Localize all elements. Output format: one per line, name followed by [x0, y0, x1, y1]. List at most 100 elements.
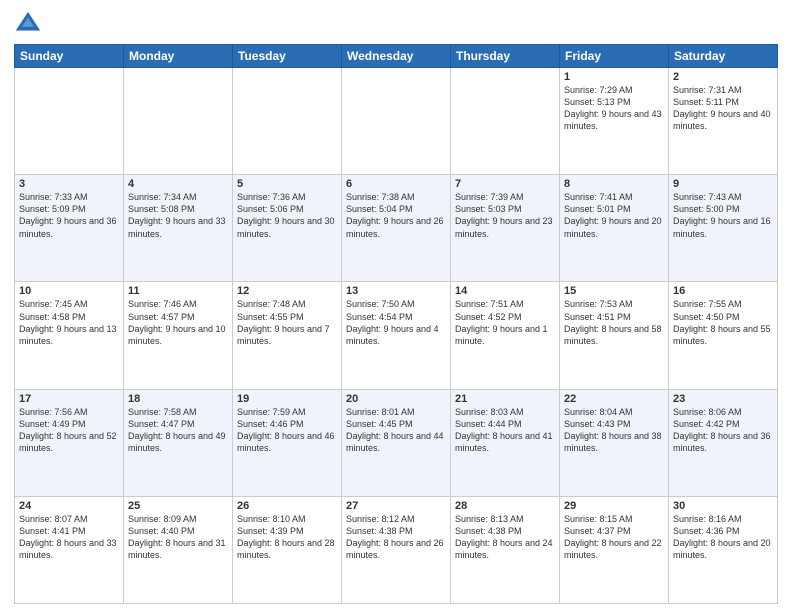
day-number: 7 — [455, 178, 555, 190]
day-cell: 16Sunrise: 7:55 AM Sunset: 4:50 PM Dayli… — [669, 282, 778, 389]
day-info: Sunrise: 7:46 AM Sunset: 4:57 PM Dayligh… — [128, 298, 228, 347]
day-number: 26 — [237, 500, 337, 512]
day-cell: 4Sunrise: 7:34 AM Sunset: 5:08 PM Daylig… — [124, 175, 233, 282]
week-row-4: 17Sunrise: 7:56 AM Sunset: 4:49 PM Dayli… — [15, 389, 778, 496]
logo-icon — [14, 10, 42, 38]
day-number: 27 — [346, 500, 446, 512]
day-info: Sunrise: 8:04 AM Sunset: 4:43 PM Dayligh… — [564, 406, 664, 455]
day-cell: 9Sunrise: 7:43 AM Sunset: 5:00 PM Daylig… — [669, 175, 778, 282]
day-info: Sunrise: 7:41 AM Sunset: 5:01 PM Dayligh… — [564, 191, 664, 240]
day-number: 4 — [128, 178, 228, 190]
day-cell: 15Sunrise: 7:53 AM Sunset: 4:51 PM Dayli… — [560, 282, 669, 389]
day-cell — [15, 68, 124, 175]
col-tuesday: Tuesday — [233, 45, 342, 68]
day-number: 24 — [19, 500, 119, 512]
day-number: 23 — [673, 393, 773, 405]
day-number: 6 — [346, 178, 446, 190]
col-thursday: Thursday — [451, 45, 560, 68]
day-cell: 1Sunrise: 7:29 AM Sunset: 5:13 PM Daylig… — [560, 68, 669, 175]
day-info: Sunrise: 7:31 AM Sunset: 5:11 PM Dayligh… — [673, 84, 773, 133]
week-row-1: 1Sunrise: 7:29 AM Sunset: 5:13 PM Daylig… — [15, 68, 778, 175]
day-info: Sunrise: 7:50 AM Sunset: 4:54 PM Dayligh… — [346, 298, 446, 347]
day-info: Sunrise: 8:13 AM Sunset: 4:38 PM Dayligh… — [455, 513, 555, 562]
day-number: 16 — [673, 285, 773, 297]
calendar-table: Sunday Monday Tuesday Wednesday Thursday… — [14, 44, 778, 604]
day-info: Sunrise: 7:55 AM Sunset: 4:50 PM Dayligh… — [673, 298, 773, 347]
day-info: Sunrise: 8:10 AM Sunset: 4:39 PM Dayligh… — [237, 513, 337, 562]
day-number: 18 — [128, 393, 228, 405]
day-cell: 28Sunrise: 8:13 AM Sunset: 4:38 PM Dayli… — [451, 496, 560, 603]
day-cell: 26Sunrise: 8:10 AM Sunset: 4:39 PM Dayli… — [233, 496, 342, 603]
col-friday: Friday — [560, 45, 669, 68]
week-row-5: 24Sunrise: 8:07 AM Sunset: 4:41 PM Dayli… — [15, 496, 778, 603]
day-cell: 2Sunrise: 7:31 AM Sunset: 5:11 PM Daylig… — [669, 68, 778, 175]
day-number: 28 — [455, 500, 555, 512]
col-saturday: Saturday — [669, 45, 778, 68]
day-number: 11 — [128, 285, 228, 297]
day-cell: 8Sunrise: 7:41 AM Sunset: 5:01 PM Daylig… — [560, 175, 669, 282]
day-info: Sunrise: 7:34 AM Sunset: 5:08 PM Dayligh… — [128, 191, 228, 240]
day-number: 19 — [237, 393, 337, 405]
day-info: Sunrise: 7:43 AM Sunset: 5:00 PM Dayligh… — [673, 191, 773, 240]
day-number: 3 — [19, 178, 119, 190]
day-info: Sunrise: 8:16 AM Sunset: 4:36 PM Dayligh… — [673, 513, 773, 562]
day-number: 2 — [673, 71, 773, 83]
day-cell: 7Sunrise: 7:39 AM Sunset: 5:03 PM Daylig… — [451, 175, 560, 282]
day-info: Sunrise: 7:48 AM Sunset: 4:55 PM Dayligh… — [237, 298, 337, 347]
day-info: Sunrise: 7:29 AM Sunset: 5:13 PM Dayligh… — [564, 84, 664, 133]
day-number: 21 — [455, 393, 555, 405]
day-info: Sunrise: 8:15 AM Sunset: 4:37 PM Dayligh… — [564, 513, 664, 562]
day-cell: 29Sunrise: 8:15 AM Sunset: 4:37 PM Dayli… — [560, 496, 669, 603]
day-info: Sunrise: 8:03 AM Sunset: 4:44 PM Dayligh… — [455, 406, 555, 455]
week-row-3: 10Sunrise: 7:45 AM Sunset: 4:58 PM Dayli… — [15, 282, 778, 389]
day-number: 29 — [564, 500, 664, 512]
day-cell: 14Sunrise: 7:51 AM Sunset: 4:52 PM Dayli… — [451, 282, 560, 389]
top-area — [14, 10, 778, 38]
day-info: Sunrise: 7:51 AM Sunset: 4:52 PM Dayligh… — [455, 298, 555, 347]
day-number: 9 — [673, 178, 773, 190]
day-number: 20 — [346, 393, 446, 405]
day-cell: 19Sunrise: 7:59 AM Sunset: 4:46 PM Dayli… — [233, 389, 342, 496]
logo — [14, 10, 46, 38]
day-number: 15 — [564, 285, 664, 297]
day-cell: 5Sunrise: 7:36 AM Sunset: 5:06 PM Daylig… — [233, 175, 342, 282]
day-cell — [124, 68, 233, 175]
day-number: 1 — [564, 71, 664, 83]
day-cell: 13Sunrise: 7:50 AM Sunset: 4:54 PM Dayli… — [342, 282, 451, 389]
day-number: 8 — [564, 178, 664, 190]
day-cell: 22Sunrise: 8:04 AM Sunset: 4:43 PM Dayli… — [560, 389, 669, 496]
week-row-2: 3Sunrise: 7:33 AM Sunset: 5:09 PM Daylig… — [15, 175, 778, 282]
day-info: Sunrise: 7:53 AM Sunset: 4:51 PM Dayligh… — [564, 298, 664, 347]
day-cell: 20Sunrise: 8:01 AM Sunset: 4:45 PM Dayli… — [342, 389, 451, 496]
day-info: Sunrise: 7:59 AM Sunset: 4:46 PM Dayligh… — [237, 406, 337, 455]
day-cell: 3Sunrise: 7:33 AM Sunset: 5:09 PM Daylig… — [15, 175, 124, 282]
day-number: 12 — [237, 285, 337, 297]
day-number: 30 — [673, 500, 773, 512]
day-info: Sunrise: 7:33 AM Sunset: 5:09 PM Dayligh… — [19, 191, 119, 240]
day-info: Sunrise: 7:39 AM Sunset: 5:03 PM Dayligh… — [455, 191, 555, 240]
day-cell: 11Sunrise: 7:46 AM Sunset: 4:57 PM Dayli… — [124, 282, 233, 389]
col-sunday: Sunday — [15, 45, 124, 68]
day-info: Sunrise: 7:58 AM Sunset: 4:47 PM Dayligh… — [128, 406, 228, 455]
day-cell — [233, 68, 342, 175]
day-number: 17 — [19, 393, 119, 405]
day-cell — [342, 68, 451, 175]
day-number: 13 — [346, 285, 446, 297]
day-cell: 27Sunrise: 8:12 AM Sunset: 4:38 PM Dayli… — [342, 496, 451, 603]
day-info: Sunrise: 8:09 AM Sunset: 4:40 PM Dayligh… — [128, 513, 228, 562]
day-cell: 10Sunrise: 7:45 AM Sunset: 4:58 PM Dayli… — [15, 282, 124, 389]
day-cell: 12Sunrise: 7:48 AM Sunset: 4:55 PM Dayli… — [233, 282, 342, 389]
header-row: Sunday Monday Tuesday Wednesday Thursday… — [15, 45, 778, 68]
day-info: Sunrise: 7:38 AM Sunset: 5:04 PM Dayligh… — [346, 191, 446, 240]
day-number: 22 — [564, 393, 664, 405]
day-number: 14 — [455, 285, 555, 297]
day-cell — [451, 68, 560, 175]
day-number: 25 — [128, 500, 228, 512]
day-number: 5 — [237, 178, 337, 190]
day-info: Sunrise: 7:56 AM Sunset: 4:49 PM Dayligh… — [19, 406, 119, 455]
day-cell: 30Sunrise: 8:16 AM Sunset: 4:36 PM Dayli… — [669, 496, 778, 603]
day-cell: 21Sunrise: 8:03 AM Sunset: 4:44 PM Dayli… — [451, 389, 560, 496]
day-info: Sunrise: 7:36 AM Sunset: 5:06 PM Dayligh… — [237, 191, 337, 240]
day-info: Sunrise: 8:07 AM Sunset: 4:41 PM Dayligh… — [19, 513, 119, 562]
day-info: Sunrise: 8:01 AM Sunset: 4:45 PM Dayligh… — [346, 406, 446, 455]
